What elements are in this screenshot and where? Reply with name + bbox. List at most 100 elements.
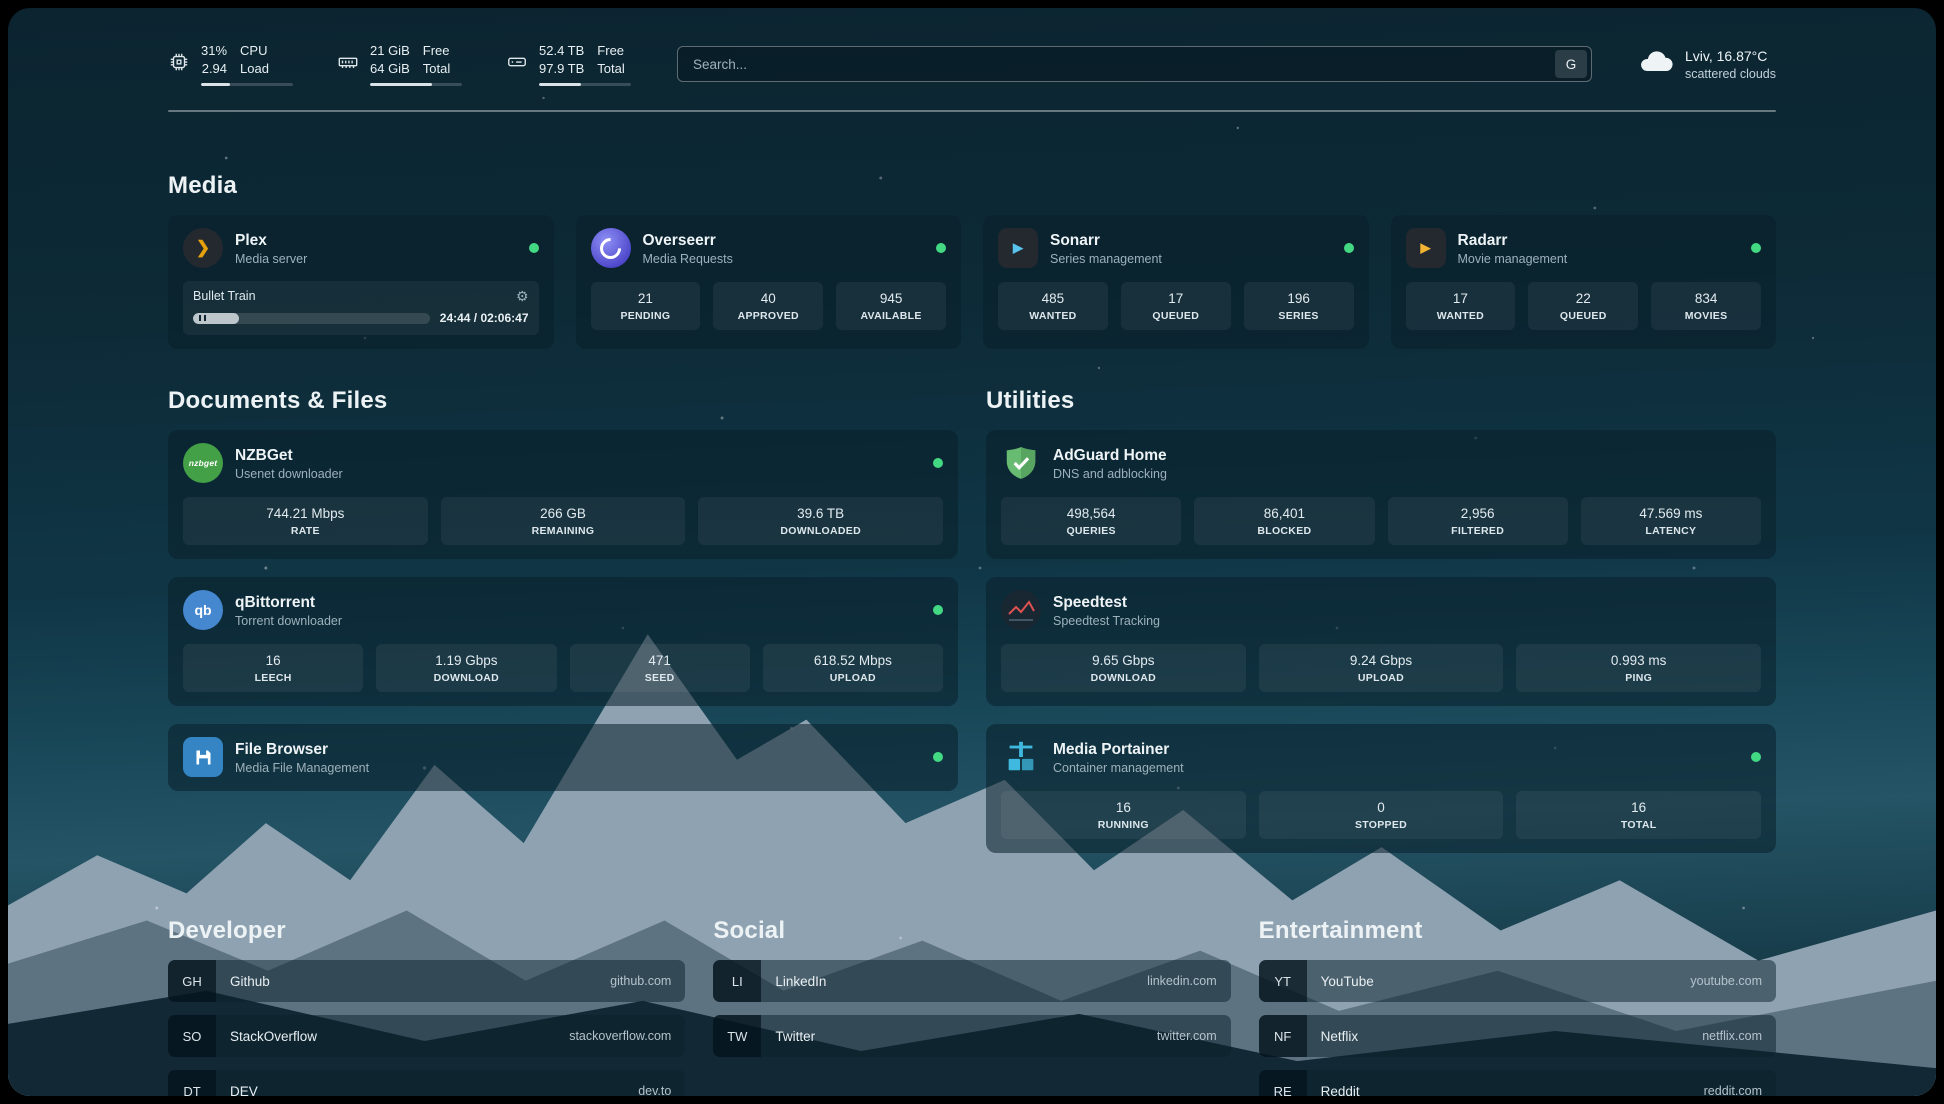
top-bar: 31% 2.94 CPU Load (168, 42, 1776, 86)
bookmark-name: Github (216, 974, 270, 989)
status-dot (933, 605, 943, 615)
cpu-load-value: 2.94 (202, 60, 227, 78)
memory-usage-bar (370, 83, 462, 86)
bookmark-dev[interactable]: DT DEV dev.to (168, 1070, 685, 1096)
section-documents: Documents & Files nzbget NZBGet Usenet d… (168, 387, 958, 791)
bookmark-netflix[interactable]: NF Netflix netflix.com (1259, 1015, 1776, 1057)
settings-gear-icon[interactable]: ⚙ (516, 289, 529, 303)
stat-value: 485 (1002, 291, 1104, 306)
stat-label: SEED (574, 672, 746, 684)
bookmark-abbr: TW (713, 1015, 761, 1057)
stat-tile: 945 AVAILABLE (836, 282, 946, 330)
bookmark-github[interactable]: GH Github github.com (168, 960, 685, 1002)
section-media: Media ❯ Plex Media server Bullet Tr (168, 172, 1776, 349)
bookmark-abbr: RE (1259, 1070, 1307, 1096)
bookmark-stackoverflow[interactable]: SO StackOverflow stackoverflow.com (168, 1015, 685, 1057)
search-box[interactable]: G (677, 46, 1592, 82)
service-card-speedtest[interactable]: Speedtest Speedtest Tracking 9.65 Gbps D… (986, 577, 1776, 706)
bookmark-linkedin[interactable]: LI LinkedIn linkedin.com (713, 960, 1230, 1002)
bookmark-domain: youtube.com (1690, 974, 1776, 988)
service-card-adguard[interactable]: AdGuard Home DNS and adblocking 498,564 … (986, 430, 1776, 559)
service-description: Torrent downloader (235, 614, 342, 628)
bookmark-youtube[interactable]: YT YouTube youtube.com (1259, 960, 1776, 1002)
service-description: Media File Management (235, 761, 369, 775)
section-title-utilities: Utilities (986, 387, 1776, 415)
bookmark-abbr: YT (1259, 960, 1307, 1002)
service-name: Sonarr (1050, 231, 1162, 250)
disk-total-label: Total (597, 60, 624, 78)
service-card-sonarr[interactable]: ▶ Sonarr Series management 485 WANTED (983, 215, 1369, 349)
stat-tile: 40 APPROVED (713, 282, 823, 330)
service-card-overseerr[interactable]: Overseerr Media Requests 21 PENDING 40 A… (576, 215, 962, 349)
stat-tile: 16 TOTAL (1516, 791, 1761, 839)
service-card-portainer[interactable]: Media Portainer Container management 16 … (986, 724, 1776, 853)
service-card-nzbget[interactable]: nzbget NZBGet Usenet downloader 744.21 M… (168, 430, 958, 559)
playback-time: 24:44 / 02:06:47 (440, 311, 529, 325)
bookmark-domain: reddit.com (1704, 1084, 1776, 1096)
disk-total-value: 97.9 TB (539, 60, 584, 78)
stat-label: APPROVED (717, 310, 819, 322)
service-name: qBittorrent (235, 593, 342, 612)
bookmark-abbr: DT (168, 1070, 216, 1096)
status-dot (933, 458, 943, 468)
service-name: Speedtest (1053, 593, 1160, 612)
bookmark-name: Netflix (1307, 1029, 1359, 1044)
search-provider-button[interactable]: G (1555, 50, 1587, 78)
status-dot (529, 243, 539, 253)
stat-label: UPLOAD (1263, 672, 1500, 684)
stat-value: 21 (595, 291, 697, 306)
playback-progress-bar[interactable] (193, 313, 430, 324)
cpu-widget: 31% 2.94 CPU Load (168, 42, 293, 86)
bookmark-abbr: SO (168, 1015, 216, 1057)
stat-label: QUEUED (1532, 310, 1634, 322)
stat-tile: 17 WANTED (1406, 282, 1516, 330)
service-card-qbittorrent[interactable]: qb qBittorrent Torrent downloader 16 LEE… (168, 577, 958, 706)
cpu-load-label: Load (240, 60, 269, 78)
bookmark-reddit[interactable]: RE Reddit reddit.com (1259, 1070, 1776, 1096)
stat-tile: 744.21 Mbps RATE (183, 497, 428, 545)
stat-tile: 86,401 BLOCKED (1194, 497, 1374, 545)
stat-label: QUEUED (1125, 310, 1227, 322)
bookmark-name: YouTube (1307, 974, 1374, 989)
bookmark-name: LinkedIn (761, 974, 826, 989)
service-name: Overseerr (643, 231, 733, 250)
service-card-filebrowser[interactable]: File Browser Media File Management (168, 724, 958, 791)
cloud-icon (1638, 44, 1674, 85)
stat-label: REMAINING (445, 525, 682, 537)
stat-label: WANTED (1002, 310, 1104, 322)
weather-location: Lviv, 16.87°C (1685, 47, 1776, 67)
status-dot (1751, 243, 1761, 253)
stat-value: 17 (1125, 291, 1227, 306)
stat-value: 39.6 TB (702, 506, 939, 521)
stat-value: 16 (1005, 800, 1242, 815)
bookmark-abbr: NF (1259, 1015, 1307, 1057)
stat-tile: 2,956 FILTERED (1388, 497, 1568, 545)
memory-icon (337, 51, 359, 78)
stat-label: TOTAL (1520, 819, 1757, 831)
stat-value: 9.24 Gbps (1263, 653, 1500, 668)
service-description: Usenet downloader (235, 467, 343, 481)
now-playing-title: Bullet Train (193, 289, 256, 303)
service-card-plex[interactable]: ❯ Plex Media server Bullet Train ⚙ (168, 215, 554, 349)
stat-tile: 9.65 Gbps DOWNLOAD (1001, 644, 1246, 692)
stat-value: 0 (1263, 800, 1500, 815)
memory-total-value: 64 GiB (370, 60, 410, 78)
cpu-usage-bar (201, 83, 293, 86)
cpu-icon (168, 51, 190, 78)
stat-tile: 21 PENDING (591, 282, 701, 330)
bookmark-abbr: GH (168, 960, 216, 1002)
bookmark-twitter[interactable]: TW Twitter twitter.com (713, 1015, 1230, 1057)
cpu-usage-label: CPU (240, 42, 269, 60)
bookmark-group-developer: Developer GH Github github.com SO StackO… (168, 917, 685, 1096)
pause-icon[interactable] (199, 315, 206, 321)
service-card-radarr[interactable]: ▶ Radarr Movie management 17 WANTED (1391, 215, 1777, 349)
bookmark-domain: netflix.com (1702, 1029, 1776, 1043)
search-input[interactable] (691, 56, 1555, 73)
bookmark-group-entertainment: Entertainment YT YouTube youtube.com NF … (1259, 917, 1776, 1096)
stat-label: DOWNLOAD (1005, 672, 1242, 684)
stat-tile: 196 SERIES (1244, 282, 1354, 330)
stat-value: 744.21 Mbps (187, 506, 424, 521)
dashboard-window: 31% 2.94 CPU Load (8, 8, 1936, 1096)
service-name: File Browser (235, 740, 369, 759)
disk-icon (506, 51, 528, 78)
